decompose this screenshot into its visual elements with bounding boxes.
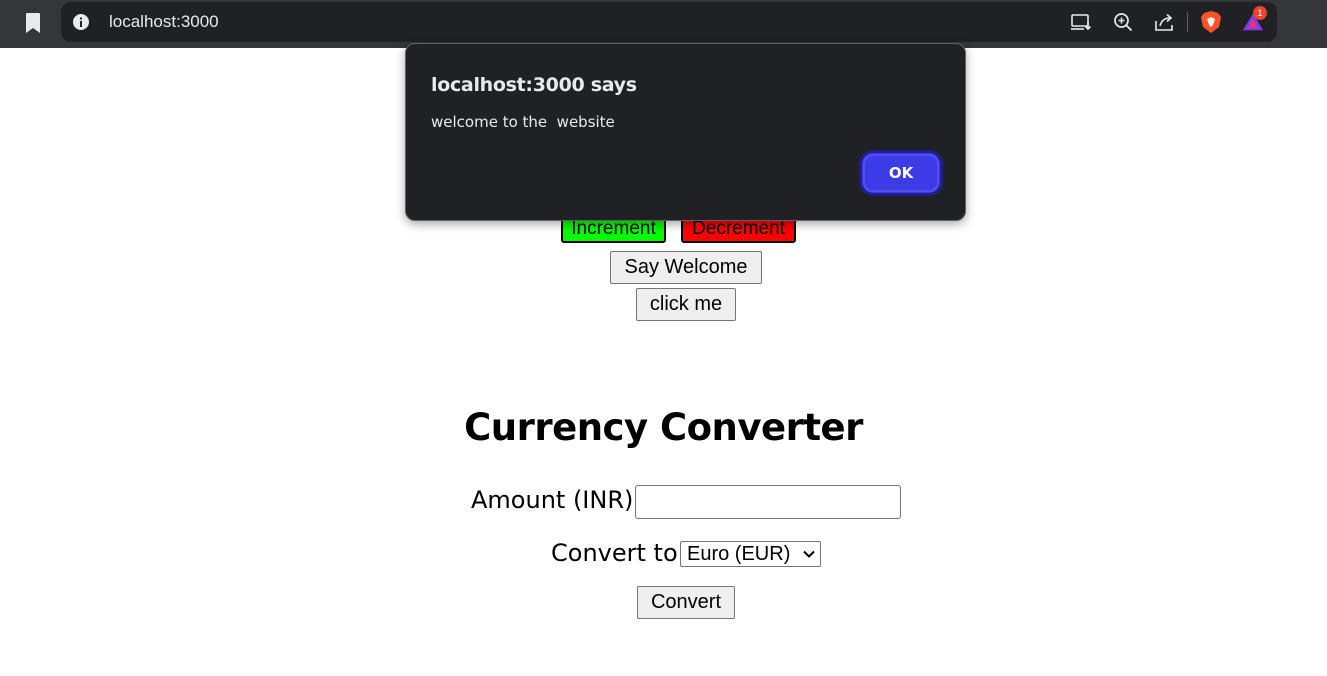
ok-button[interactable]: OK: [859, 150, 943, 196]
amount-label: Amount (INR):: [471, 486, 642, 514]
alert-dialog: localhost:3000 says welcome to the websi…: [405, 43, 966, 221]
amount-input[interactable]: [635, 485, 901, 519]
chevron-down-icon: [803, 550, 815, 558]
address-bar[interactable]: localhost:3000 1: [61, 2, 1277, 42]
currency-converter-title: Currency Converter: [464, 406, 863, 449]
say-welcome-button[interactable]: Say Welcome: [610, 251, 762, 284]
toolbar-separator: [1187, 12, 1188, 32]
notification-badge: 1: [1253, 6, 1267, 20]
cast-install-icon[interactable]: [1070, 11, 1092, 33]
url-text[interactable]: localhost:3000: [109, 12, 219, 32]
selected-currency: Euro (EUR): [687, 543, 791, 565]
convert-to-label: Convert to:: [551, 539, 686, 567]
dialog-message: welcome to the website: [431, 113, 615, 131]
convert-button[interactable]: Convert: [637, 586, 735, 619]
click-me-button[interactable]: click me: [636, 288, 736, 321]
zoom-icon[interactable]: [1112, 11, 1134, 33]
dialog-title: localhost:3000 says: [431, 74, 637, 96]
brave-shields-icon[interactable]: [1200, 11, 1222, 33]
bookmark-icon[interactable]: [20, 10, 46, 36]
currency-select[interactable]: Euro (EUR): [680, 541, 821, 567]
share-icon[interactable]: [1154, 11, 1176, 33]
browser-toolbar: localhost:3000 1: [0, 0, 1327, 48]
brave-rewards-icon[interactable]: 1: [1242, 6, 1267, 33]
info-icon[interactable]: [72, 13, 90, 31]
